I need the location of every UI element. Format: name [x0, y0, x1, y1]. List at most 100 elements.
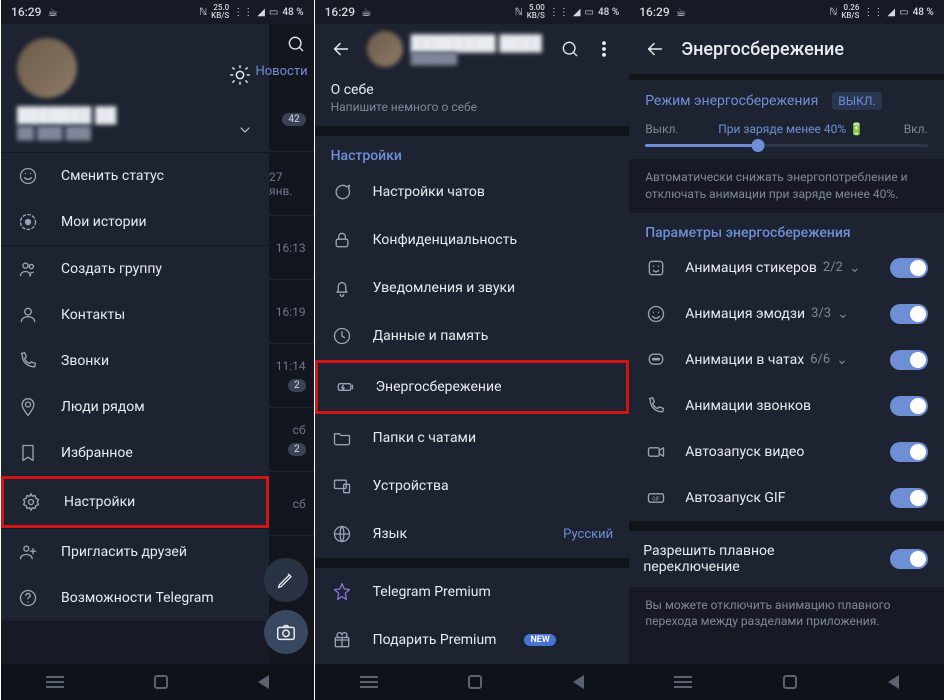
drawer-label: Контакты — [61, 307, 125, 323]
settings-item-premium[interactable]: Telegram Premium — [315, 568, 630, 616]
invite-icon — [17, 541, 39, 563]
nearby-icon — [17, 396, 39, 418]
theme-toggle-icon[interactable] — [225, 60, 255, 90]
drawer-label: Сменить статус — [61, 168, 164, 184]
nav-home-icon[interactable] — [154, 675, 168, 689]
chevron-down-icon[interactable] — [237, 122, 253, 142]
chevron-down-icon: ⌄ — [837, 306, 849, 322]
contact-icon — [17, 304, 39, 326]
camera-fab[interactable] — [264, 610, 308, 654]
battery-pct: 48 % — [282, 7, 303, 18]
drawer-item-contacts[interactable]: Контакты — [1, 292, 269, 338]
battery-icon: ▭ — [269, 7, 278, 18]
compose-fab[interactable] — [264, 558, 308, 602]
params-header: Параметры энергосбережения — [629, 213, 944, 245]
settings-item-folders[interactable]: Папки с чатами — [315, 414, 630, 462]
nav-back-icon[interactable] — [573, 675, 584, 689]
nav-home-icon[interactable] — [468, 675, 482, 689]
settings-item-language[interactable]: ЯзыкРусский — [315, 510, 630, 558]
power-icon — [334, 376, 356, 398]
drawer-label: Звонки — [61, 353, 109, 369]
data-icon — [331, 325, 353, 347]
nav-recent-icon[interactable] — [674, 681, 692, 683]
drawer-item-nearby[interactable]: Люди рядом — [1, 384, 269, 430]
drawer-label: Настройки — [64, 494, 135, 510]
help-icon — [17, 587, 39, 609]
switch[interactable] — [890, 258, 928, 278]
gear-icon — [20, 491, 42, 513]
toggle-stickers[interactable]: Анимация стикеров 2/2 ⌄ — [629, 245, 944, 291]
svg-text:GIF: GIF — [652, 496, 660, 502]
drawer-item-new-group[interactable]: Создать группу — [1, 246, 269, 292]
call-icon — [645, 395, 667, 417]
toggle-smooth-transition[interactable]: Разрешить плавное переключение — [629, 531, 944, 587]
drawer-item-features[interactable]: Возможности Telegram — [1, 575, 269, 621]
smooth-description: Вы можете отключить анимацию плавного пе… — [629, 587, 944, 641]
settings-item-notifications[interactable]: Уведомления и звуки — [315, 264, 630, 312]
toggle-call-anim[interactable]: Анимации звонков — [629, 383, 944, 429]
settings-header: ████████ ██████████ — [315, 24, 630, 74]
about-sub: Напишите немного о себе — [331, 100, 614, 114]
emoji-icon — [645, 303, 667, 325]
news-tab[interactable]: Новости — [269, 64, 314, 88]
user-avatar[interactable] — [17, 38, 77, 98]
drawer-label: Возможности Telegram — [61, 590, 214, 606]
language-value: Русский — [563, 527, 613, 542]
drawer-header[interactable]: ███████ ██ ██ ███ ███ — [1, 24, 269, 152]
drawer-item-invite[interactable]: Пригласить друзей — [1, 529, 269, 575]
switch[interactable] — [890, 350, 928, 370]
drawer-item-settings[interactable]: Настройки — [1, 476, 269, 528]
slider-mid-label: При заряде менее 40% 🔋 — [718, 122, 864, 136]
switch[interactable] — [890, 488, 928, 508]
settings-item-data[interactable]: Данные и память — [315, 312, 630, 360]
back-button[interactable] — [323, 31, 359, 67]
drawer-label: Люди рядом — [61, 399, 145, 415]
settings-item-devices[interactable]: Устройства — [315, 462, 630, 510]
search-icon[interactable] — [553, 31, 587, 67]
settings-item-power[interactable]: Энергосбережение — [315, 360, 630, 414]
back-button[interactable] — [637, 31, 673, 67]
power-slider[interactable] — [645, 144, 928, 147]
new-badge: NEW — [524, 634, 555, 646]
switch[interactable] — [890, 549, 928, 569]
chevron-down-icon: ⌄ — [849, 260, 861, 276]
switch[interactable] — [890, 396, 928, 416]
gift-icon — [331, 629, 353, 651]
mode-status: ВЫКЛ. — [832, 92, 881, 110]
toggle-autoplay-video[interactable]: Автозапуск видео — [629, 429, 944, 475]
about-title: О себе — [331, 82, 614, 98]
about-section[interactable]: О себе Напишите немного о себе — [315, 74, 630, 126]
nav-back-icon[interactable] — [888, 675, 899, 689]
profile-name-block[interactable]: ████████ ██████████ — [411, 34, 554, 65]
more-icon[interactable] — [587, 31, 621, 67]
drawer-label: Мои истории — [61, 214, 147, 230]
nav-home-icon[interactable] — [783, 675, 797, 689]
screen-settings-list: 16:29☕︎ ℕ5.00KB/S⋮⋮◢▭48 % ████████ █████… — [315, 0, 630, 700]
switch[interactable] — [890, 304, 928, 324]
drawer-item-status[interactable]: Сменить статус — [1, 153, 269, 199]
profile-avatar[interactable] — [367, 31, 403, 67]
nav-recent-icon[interactable] — [46, 681, 64, 683]
toggle-chat-anim[interactable]: Анимации в чатах 6/6 ⌄ — [629, 337, 944, 383]
nav-back-icon[interactable] — [258, 675, 269, 689]
toggle-emoji[interactable]: Анимация эмодзи 3/3 ⌄ — [629, 291, 944, 337]
lock-icon — [331, 229, 353, 251]
drawer-label: Создать группу — [61, 261, 162, 277]
drawer-item-saved[interactable]: Избранное — [1, 430, 269, 476]
drawer-item-stories[interactable]: Мои истории — [1, 199, 269, 245]
settings-item-privacy[interactable]: Конфиденциальность — [315, 216, 630, 264]
nav-bar — [629, 664, 944, 700]
screen-drawer-menu: 16:29☕︎ ℕ 25.0KB/S ⋮⋮ ◢ ▭ 48 % ███████ █… — [0, 0, 315, 700]
nav-recent-icon[interactable] — [360, 681, 378, 683]
settings-item-chat[interactable]: Настройки чатов — [315, 168, 630, 216]
drawer-label: Пригласить друзей — [61, 544, 187, 560]
status-bar: 16:29☕︎ ℕ 25.0KB/S ⋮⋮ ◢ ▭ 48 % — [1, 0, 314, 24]
switch[interactable] — [890, 442, 928, 462]
user-name: ███████ ██ — [17, 106, 253, 124]
screen-power-saving: 16:29☕︎ ℕ0.26KB/S⋮⋮◢▭48 % Энергосбережен… — [629, 0, 944, 700]
drawer-item-calls[interactable]: Звонки — [1, 338, 269, 384]
toggle-autoplay-gif[interactable]: GIF Автозапуск GIF — [629, 475, 944, 521]
search-icon[interactable] — [286, 34, 306, 54]
group-icon — [17, 258, 39, 280]
settings-item-gift[interactable]: Подарить PremiumNEW — [315, 616, 630, 664]
